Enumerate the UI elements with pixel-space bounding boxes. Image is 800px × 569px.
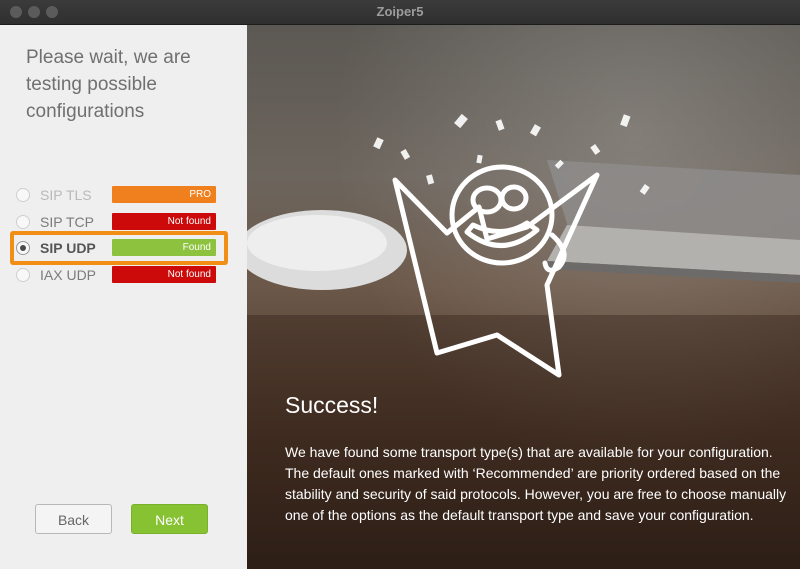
status-badge-iax-udp: Not found bbox=[112, 266, 216, 283]
window-title: Zoiper5 bbox=[376, 4, 424, 19]
radio-sip-tcp[interactable] bbox=[16, 215, 30, 229]
success-panel: Success! We have found some transport ty… bbox=[247, 25, 800, 569]
zoiper-window: Zoiper5 Please wait, we are testing poss… bbox=[0, 0, 800, 569]
option-label-sip-tcp: SIP TCP bbox=[40, 214, 94, 230]
status-badge-sip-udp: Found bbox=[112, 239, 216, 256]
option-label-sip-udp: SIP UDP bbox=[40, 240, 96, 256]
status-badge-sip-tcp: Not found bbox=[112, 213, 216, 230]
option-iax-udp[interactable]: IAX UDP Not found bbox=[0, 264, 247, 288]
radio-iax-udp[interactable] bbox=[16, 268, 30, 282]
back-button[interactable]: Back bbox=[35, 504, 112, 534]
page-heading: Please wait, we are testing possible con… bbox=[26, 47, 191, 122]
option-sip-udp[interactable]: SIP UDP Found bbox=[0, 237, 247, 261]
success-description: We have found some transport type(s) tha… bbox=[285, 442, 790, 526]
success-paragraph-2: The default ones marked with ‘Recommende… bbox=[285, 465, 787, 523]
success-title: Success! bbox=[285, 392, 379, 418]
next-button[interactable]: Next bbox=[131, 504, 208, 534]
option-label-sip-tls: SIP TLS bbox=[40, 187, 92, 203]
configuration-panel: Please wait, we are testing possible con… bbox=[0, 25, 247, 569]
success-paragraph-1: We have found some transport type(s) tha… bbox=[285, 444, 773, 460]
option-sip-tls[interactable]: SIP TLS PRO bbox=[0, 184, 247, 208]
option-label-iax-udp: IAX UDP bbox=[40, 267, 97, 283]
celebrating-mascot-icon bbox=[392, 164, 600, 378]
status-badge-sip-tls: PRO bbox=[112, 186, 216, 203]
title-bar: Zoiper5 bbox=[0, 0, 800, 25]
radio-sip-udp[interactable] bbox=[16, 241, 30, 255]
radio-sip-tls[interactable] bbox=[16, 188, 30, 202]
